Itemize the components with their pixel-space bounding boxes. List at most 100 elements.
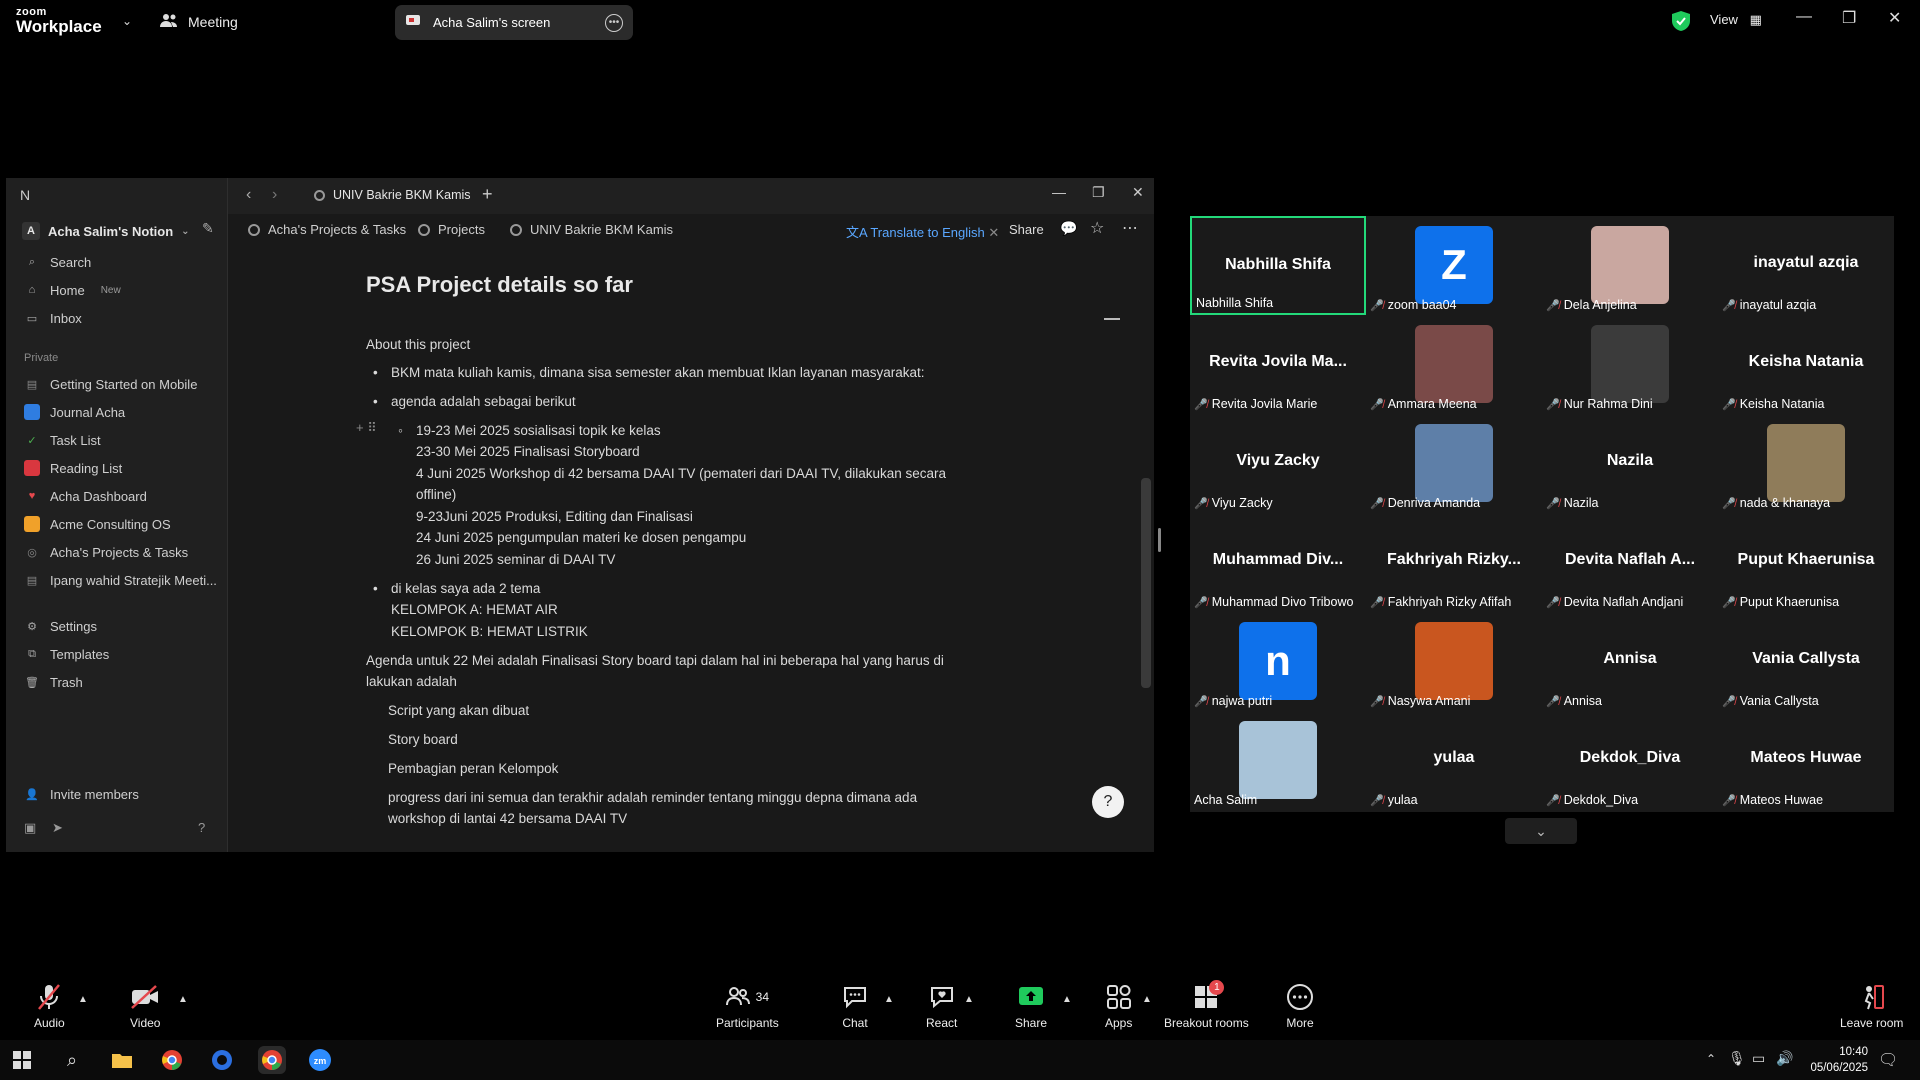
chrome-active-icon[interactable]	[258, 1046, 286, 1074]
participant-tile[interactable]: 🎤̸ nada & khanaya	[1718, 414, 1894, 513]
participant-tile[interactable]: Nabhilla Shifa Nabhilla Shifa	[1190, 216, 1366, 315]
sidebar-item-trash[interactable]: 🗑 Trash	[24, 674, 83, 690]
paragraph[interactable]: lakukan adalah	[366, 671, 457, 692]
calendar-icon[interactable]: ▣	[24, 820, 36, 836]
participant-tile[interactable]: 🎤̸ Denriva Amanda	[1366, 414, 1542, 513]
network-icon[interactable]: ▭	[1752, 1050, 1765, 1067]
send-icon[interactable]: ➤	[52, 820, 63, 836]
paragraph[interactable]: workshop di lantai 42 bersama DAAI TV	[388, 808, 627, 829]
sidebar-page-1[interactable]: Journal Acha	[24, 404, 125, 420]
audio-options-caret[interactable]: ▲	[78, 994, 88, 1005]
minimize-icon[interactable]: —	[1052, 184, 1066, 200]
share-options-caret[interactable]: ▲	[1062, 994, 1072, 1005]
paragraph[interactable]: Script yang akan dibuat	[388, 700, 529, 721]
notification-icon[interactable]: 🗨	[1878, 1050, 1898, 1070]
scrollbar[interactable]	[1141, 478, 1151, 688]
search-icon[interactable]: ⌕	[58, 1046, 86, 1074]
list-item[interactable]: 4 Juni 2025 Workshop di 42 bersama DAAI …	[416, 463, 946, 484]
participant-tile[interactable]: n 🎤̸ najwa putri	[1190, 612, 1366, 711]
sidebar-item-search[interactable]: ⌕ Search	[24, 254, 91, 270]
close-icon[interactable]: ✕	[1132, 184, 1144, 201]
participant-tile[interactable]: 🎤̸ Dela Anjelina	[1542, 216, 1718, 315]
participant-tile[interactable]: Z 🎤̸ zoom baa04	[1366, 216, 1542, 315]
participant-tile[interactable]: Puput Khaerunisa 🎤̸ Puput Khaerunisa	[1718, 513, 1894, 612]
outline-marker[interactable]	[1104, 318, 1120, 320]
react-options-caret[interactable]: ▲	[964, 994, 974, 1005]
comment-icon[interactable]: 💬	[1060, 220, 1077, 237]
restore-icon[interactable]: ❐	[1842, 8, 1856, 28]
participant-tile[interactable]: yulaa 🎤̸ yulaa	[1366, 711, 1542, 810]
paragraph[interactable]: Story board	[388, 729, 458, 750]
participant-tile[interactable]: Keisha Natania 🎤̸ Keisha Natania	[1718, 315, 1894, 414]
chrome-icon[interactable]	[158, 1046, 186, 1074]
sidebar-page-0[interactable]: ▤ Getting Started on Mobile	[24, 376, 198, 392]
sidebar-item-home[interactable]: ⌂ Home New	[24, 282, 121, 298]
participant-tile[interactable]: 🎤̸ Ammara Meena	[1366, 315, 1542, 414]
heading-about[interactable]: About this project	[366, 334, 470, 355]
sidebar-item-inbox[interactable]: ▭ Inbox	[24, 310, 82, 326]
list-item[interactable]: 19-23 Mei 2025 sosialisasi topik ke kela…	[398, 420, 661, 441]
list-item[interactable]: 9-23Juni 2025 Produksi, Editing dan Fina…	[416, 506, 693, 527]
star-icon[interactable]: ☆	[1090, 218, 1104, 238]
audio-button[interactable]: Audio	[34, 982, 65, 1030]
screen-share-indicator[interactable]: Acha Salim's screen •••	[395, 5, 633, 40]
participant-tile[interactable]: Mateos Huwae 🎤̸ Mateos Huwae	[1718, 711, 1894, 810]
apps-options-caret[interactable]: ▲	[1142, 994, 1152, 1005]
minimize-icon[interactable]: —	[1796, 8, 1812, 26]
more-button[interactable]: More	[1286, 982, 1314, 1030]
chat-button[interactable]: Chat	[842, 982, 868, 1030]
breakout-rooms-button[interactable]: 1 Breakout rooms	[1164, 980, 1249, 1030]
close-icon[interactable]: ✕	[1888, 8, 1901, 28]
file-explorer-icon[interactable]	[108, 1046, 136, 1074]
drag-handle-icon[interactable]: + ⠿	[356, 420, 377, 436]
participant-tile[interactable]: Revita Jovila Ma... 🎤̸ Revita Jovila Marie	[1190, 315, 1366, 414]
participant-tile[interactable]: Fakhriyah Rizky... 🎤̸ Fakhriyah Rizky Afif…	[1366, 513, 1542, 612]
chevron-down-icon[interactable]: ⌄	[1505, 818, 1577, 844]
list-item[interactable]: KELOMPOK B: HEMAT LISTRIK	[391, 621, 588, 642]
split-resize-handle[interactable]	[1158, 528, 1161, 552]
chat-options-caret[interactable]: ▲	[884, 994, 894, 1005]
paragraph[interactable]: progress dari ini semua dan terakhir ada…	[388, 787, 917, 808]
microphone-icon[interactable]: 🎙	[1728, 1050, 1746, 1067]
participant-tile[interactable]: 🎤̸ Nur Rahma Dini	[1542, 315, 1718, 414]
help-icon[interactable]: ?	[198, 820, 205, 835]
restore-icon[interactable]: ❐	[1092, 184, 1105, 201]
forward-arrow-icon[interactable]: ›	[272, 186, 277, 204]
list-item[interactable]: offline)	[416, 484, 456, 505]
tab-univ-bakrie[interactable]: UNIV Bakrie BKM Kamis	[314, 188, 471, 202]
list-item[interactable]: KELOMPOK A: HEMAT AIR	[391, 599, 558, 620]
sidebar-page-4[interactable]: ♥ Acha Dashboard	[24, 488, 147, 504]
close-icon[interactable]: ✕	[988, 225, 999, 240]
paragraph[interactable]: Pembagian peran Kelompok	[388, 758, 558, 779]
list-item[interactable]: 26 Juni 2025 seminar di DAAI TV	[416, 549, 615, 570]
view-button[interactable]: View ▦	[1710, 12, 1762, 28]
back-arrow-icon[interactable]: ‹	[246, 186, 251, 204]
leave-room-button[interactable]: Leave room	[1840, 982, 1903, 1030]
security-shield-icon[interactable]	[1672, 11, 1690, 31]
list-item[interactable]: agenda adalah sebagai berikut	[373, 391, 576, 412]
browser-icon[interactable]	[208, 1046, 236, 1074]
sidebar-page-5[interactable]: Acme Consulting OS	[24, 516, 171, 532]
windows-start-icon[interactable]	[8, 1046, 36, 1074]
sidebar-item-templates[interactable]: ⧉ Templates	[24, 646, 109, 662]
participant-tile[interactable]: Muhammad Div... 🎤̸ Muhammad Divo Tribowo	[1190, 513, 1366, 612]
participants-button[interactable]: 34 Participants	[716, 982, 779, 1030]
volume-icon[interactable]: 🔊	[1776, 1050, 1793, 1067]
new-page-icon[interactable]: ✎	[202, 220, 214, 237]
video-button[interactable]: Video	[130, 982, 160, 1030]
meeting-button[interactable]: Meeting	[160, 12, 238, 31]
sidebar-page-6[interactable]: ◎ Acha's Projects & Tasks	[24, 544, 188, 560]
breadcrumb-projects-tasks[interactable]: Acha's Projects & Tasks	[248, 222, 406, 237]
list-item[interactable]: 23-30 Mei 2025 Finalisasi Storyboard	[416, 441, 640, 462]
participant-tile[interactable]: Nazila 🎤̸ Nazila	[1542, 414, 1718, 513]
workspace-switcher[interactable]: A Acha Salim's Notion ⌄	[22, 222, 190, 240]
chevron-up-icon[interactable]: ⌃	[1706, 1052, 1716, 1066]
participant-tile[interactable]: Acha Salim	[1190, 711, 1366, 810]
page-title[interactable]: PSA Project details so far	[366, 272, 633, 298]
translate-button[interactable]: 文A Translate to English ✕	[846, 222, 999, 241]
new-tab-icon[interactable]: +	[482, 184, 493, 205]
chevron-down-icon[interactable]: ⌄	[122, 14, 132, 28]
invite-members-button[interactable]: 👤 Invite members	[24, 786, 139, 802]
participant-tile[interactable]: Vania Callysta 🎤̸ Vania Callysta	[1718, 612, 1894, 711]
breadcrumb-projects[interactable]: Projects	[418, 222, 485, 237]
